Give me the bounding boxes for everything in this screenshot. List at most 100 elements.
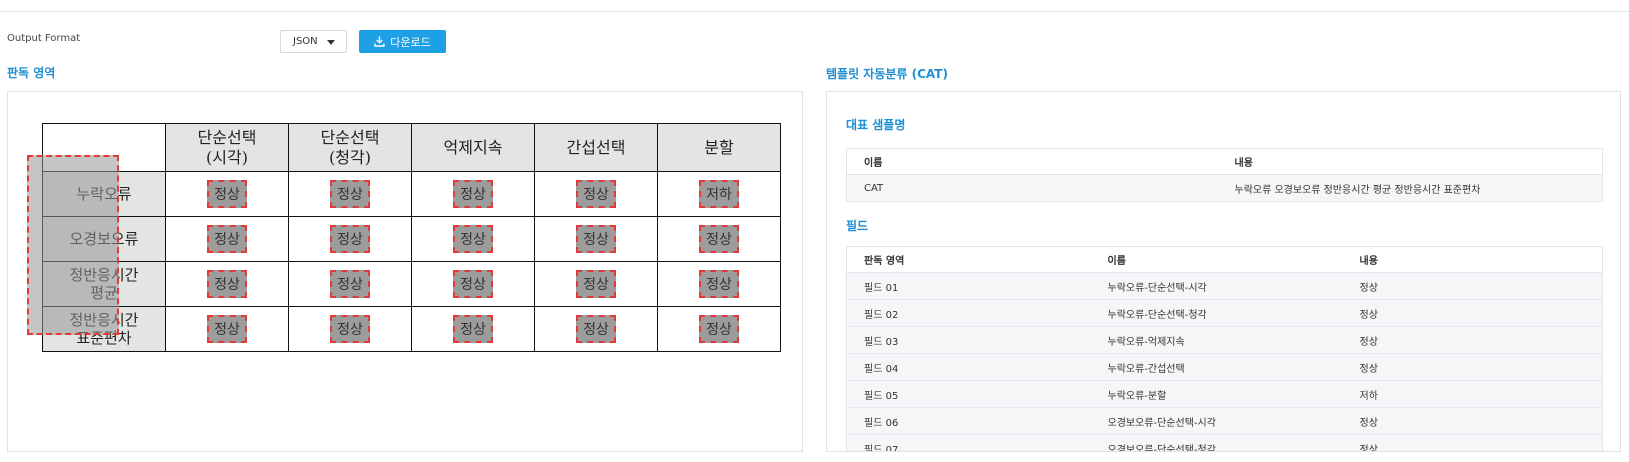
detected-value-box[interactable]: 정상 bbox=[330, 270, 370, 298]
field-area-cell: 필드 04 bbox=[846, 353, 1091, 381]
doc-corner-cell bbox=[42, 123, 166, 172]
detected-value-box[interactable]: 정상 bbox=[453, 225, 493, 253]
doc-header-text: 단순선택 bbox=[320, 127, 380, 147]
table-row[interactable]: 필드 05 누락오류-분할 저하 bbox=[846, 380, 1603, 408]
doc-row: 누락오류 정상 정상 정상 정상 저하 bbox=[42, 171, 781, 217]
doc-header-text: 간섭선택 bbox=[566, 137, 626, 157]
doc-row: 오경보오류 정상 정상 정상 정상 정상 bbox=[42, 216, 781, 262]
field-name-cell: 누락오류-단순선택-시각 bbox=[1090, 272, 1343, 300]
detected-value-box[interactable]: 정상 bbox=[330, 315, 370, 343]
fields-table: 판독 영역 이름 내용 필드 01 누락오류-단순선택-시각 정상 필드 02 누락오류… bbox=[846, 246, 1603, 451]
doc-row-label-text: 오경보오류 bbox=[69, 230, 139, 248]
detected-value-box[interactable]: 정상 bbox=[699, 315, 739, 343]
field-name-cell: 누락오류-단순선택-청각 bbox=[1090, 299, 1343, 327]
doc-value-cell: 정상 bbox=[288, 306, 412, 352]
field-name-cell: 누락오류-억제지속 bbox=[1090, 326, 1343, 354]
field-area-cell: 필드 03 bbox=[846, 326, 1091, 354]
sample-content-cell: 누락오류 오경보오류 정반응시간 평균 정반응시간 표준편차 bbox=[1217, 174, 1603, 202]
doc-value-cell: 정상 bbox=[534, 261, 658, 307]
field-content-cell: 정상 bbox=[1342, 272, 1603, 300]
detected-value-box[interactable]: 정상 bbox=[576, 225, 616, 253]
field-area-cell: 필드 06 bbox=[846, 407, 1091, 435]
field-content-cell: 정상 bbox=[1342, 407, 1603, 435]
format-select-value: JSON bbox=[293, 36, 318, 47]
doc-value-cell: 정상 bbox=[657, 306, 781, 352]
document-image-table: 단순선택 (시각) 단순선택 (청각) 억제지속 간섭선택 분할 누락오류 정상 정상 정상 정상 저하… bbox=[42, 123, 781, 352]
doc-header-cell: 분할 bbox=[657, 123, 781, 172]
detected-value-box[interactable]: 정상 bbox=[330, 225, 370, 253]
sample-header-name: 이름 bbox=[846, 148, 1218, 175]
format-select[interactable]: JSON bbox=[280, 30, 347, 53]
doc-value-cell: 정상 bbox=[411, 216, 535, 262]
sample-table: 이름 내용 CAT 누락오류 오경보오류 정반응시간 평균 정반응시간 표준편차 bbox=[846, 148, 1603, 202]
doc-value-cell: 정상 bbox=[657, 216, 781, 262]
doc-header-cell: 억제지속 bbox=[411, 123, 535, 172]
doc-header-text: 분할 bbox=[704, 137, 734, 157]
doc-row: 정반응시간 표준편차 정상 정상 정상 정상 정상 bbox=[42, 306, 781, 352]
detected-value-box[interactable]: 저하 bbox=[699, 180, 739, 208]
top-divider bbox=[0, 11, 1629, 12]
detected-value-box[interactable]: 정상 bbox=[576, 315, 616, 343]
doc-header-text: (청각) bbox=[329, 147, 371, 167]
doc-row-label: 정반응시간 표준편차 bbox=[42, 306, 166, 352]
field-content-cell: 정상 bbox=[1342, 353, 1603, 381]
detected-value-box[interactable]: 정상 bbox=[453, 315, 493, 343]
field-area-cell: 필드 01 bbox=[846, 272, 1091, 300]
detected-value-box[interactable]: 정상 bbox=[576, 180, 616, 208]
field-name-cell: 누락오류-분할 bbox=[1090, 380, 1343, 408]
detected-value-box[interactable]: 정상 bbox=[207, 315, 247, 343]
doc-value-cell: 정상 bbox=[657, 261, 781, 307]
sample-name-cell: CAT bbox=[846, 174, 1218, 202]
download-button[interactable]: 다운로드 bbox=[359, 30, 446, 53]
reading-area-panel: 단순선택 (시각) 단순선택 (청각) 억제지속 간섭선택 분할 누락오류 정상 정상 정상 정상 저하… bbox=[7, 91, 803, 452]
fields-header-area: 판독 영역 bbox=[846, 246, 1091, 273]
doc-value-cell: 정상 bbox=[534, 306, 658, 352]
template-classification-title: 템플릿 자동분류 (CAT) bbox=[826, 67, 948, 81]
output-format-label: Output Format bbox=[7, 33, 81, 44]
sample-name-title: 대표 샘플명 bbox=[846, 118, 906, 132]
fields-table-header: 판독 영역 이름 내용 bbox=[846, 246, 1603, 273]
doc-value-cell: 정상 bbox=[411, 306, 535, 352]
detected-value-box[interactable]: 정상 bbox=[699, 270, 739, 298]
table-row[interactable]: 필드 07 오경보오류-단순선택-청각 정상 bbox=[846, 434, 1603, 451]
detected-value-box[interactable]: 정상 bbox=[330, 180, 370, 208]
doc-value-cell: 정상 bbox=[411, 171, 535, 217]
doc-row: 정반응시간 평균 정상 정상 정상 정상 정상 bbox=[42, 261, 781, 307]
doc-header-cell: 단순선택 (시각) bbox=[165, 123, 289, 172]
doc-row-label-text: 누락오류 bbox=[76, 185, 132, 203]
table-row[interactable]: 필드 04 누락오류-간섭선택 정상 bbox=[846, 353, 1603, 381]
table-row[interactable]: 필드 03 누락오류-억제지속 정상 bbox=[846, 326, 1603, 354]
fields-header-name: 이름 bbox=[1090, 246, 1343, 273]
sample-header-content: 내용 bbox=[1217, 148, 1603, 175]
fields-header-content: 내용 bbox=[1342, 246, 1603, 273]
detected-value-box[interactable]: 정상 bbox=[207, 270, 247, 298]
doc-header-cell: 간섭선택 bbox=[534, 123, 658, 172]
caret-down-icon bbox=[327, 40, 335, 45]
field-area-cell: 필드 05 bbox=[846, 380, 1091, 408]
detected-value-box[interactable]: 정상 bbox=[207, 225, 247, 253]
detected-value-box[interactable]: 정상 bbox=[576, 270, 616, 298]
detected-value-box[interactable]: 정상 bbox=[207, 180, 247, 208]
sample-table-header: 이름 내용 bbox=[846, 148, 1603, 175]
table-row[interactable]: 필드 06 오경보오류-단순선택-시각 정상 bbox=[846, 407, 1603, 435]
table-row[interactable]: 필드 02 누락오류-단순선택-청각 정상 bbox=[846, 299, 1603, 327]
detected-value-box[interactable]: 정상 bbox=[699, 225, 739, 253]
fields-title: 필드 bbox=[846, 219, 869, 233]
table-row[interactable]: 필드 01 누락오류-단순선택-시각 정상 bbox=[846, 272, 1603, 300]
detected-value-box[interactable]: 정상 bbox=[453, 180, 493, 208]
field-area-cell: 필드 02 bbox=[846, 299, 1091, 327]
doc-value-cell: 정상 bbox=[534, 171, 658, 217]
doc-value-cell: 정상 bbox=[165, 216, 289, 262]
field-content-cell: 정상 bbox=[1342, 299, 1603, 327]
download-icon bbox=[374, 36, 385, 47]
field-content-cell: 저하 bbox=[1342, 380, 1603, 408]
doc-value-cell: 정상 bbox=[288, 171, 412, 217]
field-content-cell: 정상 bbox=[1342, 326, 1603, 354]
field-area-cell: 필드 07 bbox=[846, 434, 1091, 451]
doc-value-cell: 저하 bbox=[657, 171, 781, 217]
doc-value-cell: 정상 bbox=[411, 261, 535, 307]
field-content-cell: 정상 bbox=[1342, 434, 1603, 451]
field-name-cell: 오경보오류-단순선택-시각 bbox=[1090, 407, 1343, 435]
detected-value-box[interactable]: 정상 bbox=[453, 270, 493, 298]
classification-panel: 대표 샘플명 이름 내용 CAT 누락오류 오경보오류 정반응시간 평균 정반응… bbox=[826, 91, 1621, 452]
